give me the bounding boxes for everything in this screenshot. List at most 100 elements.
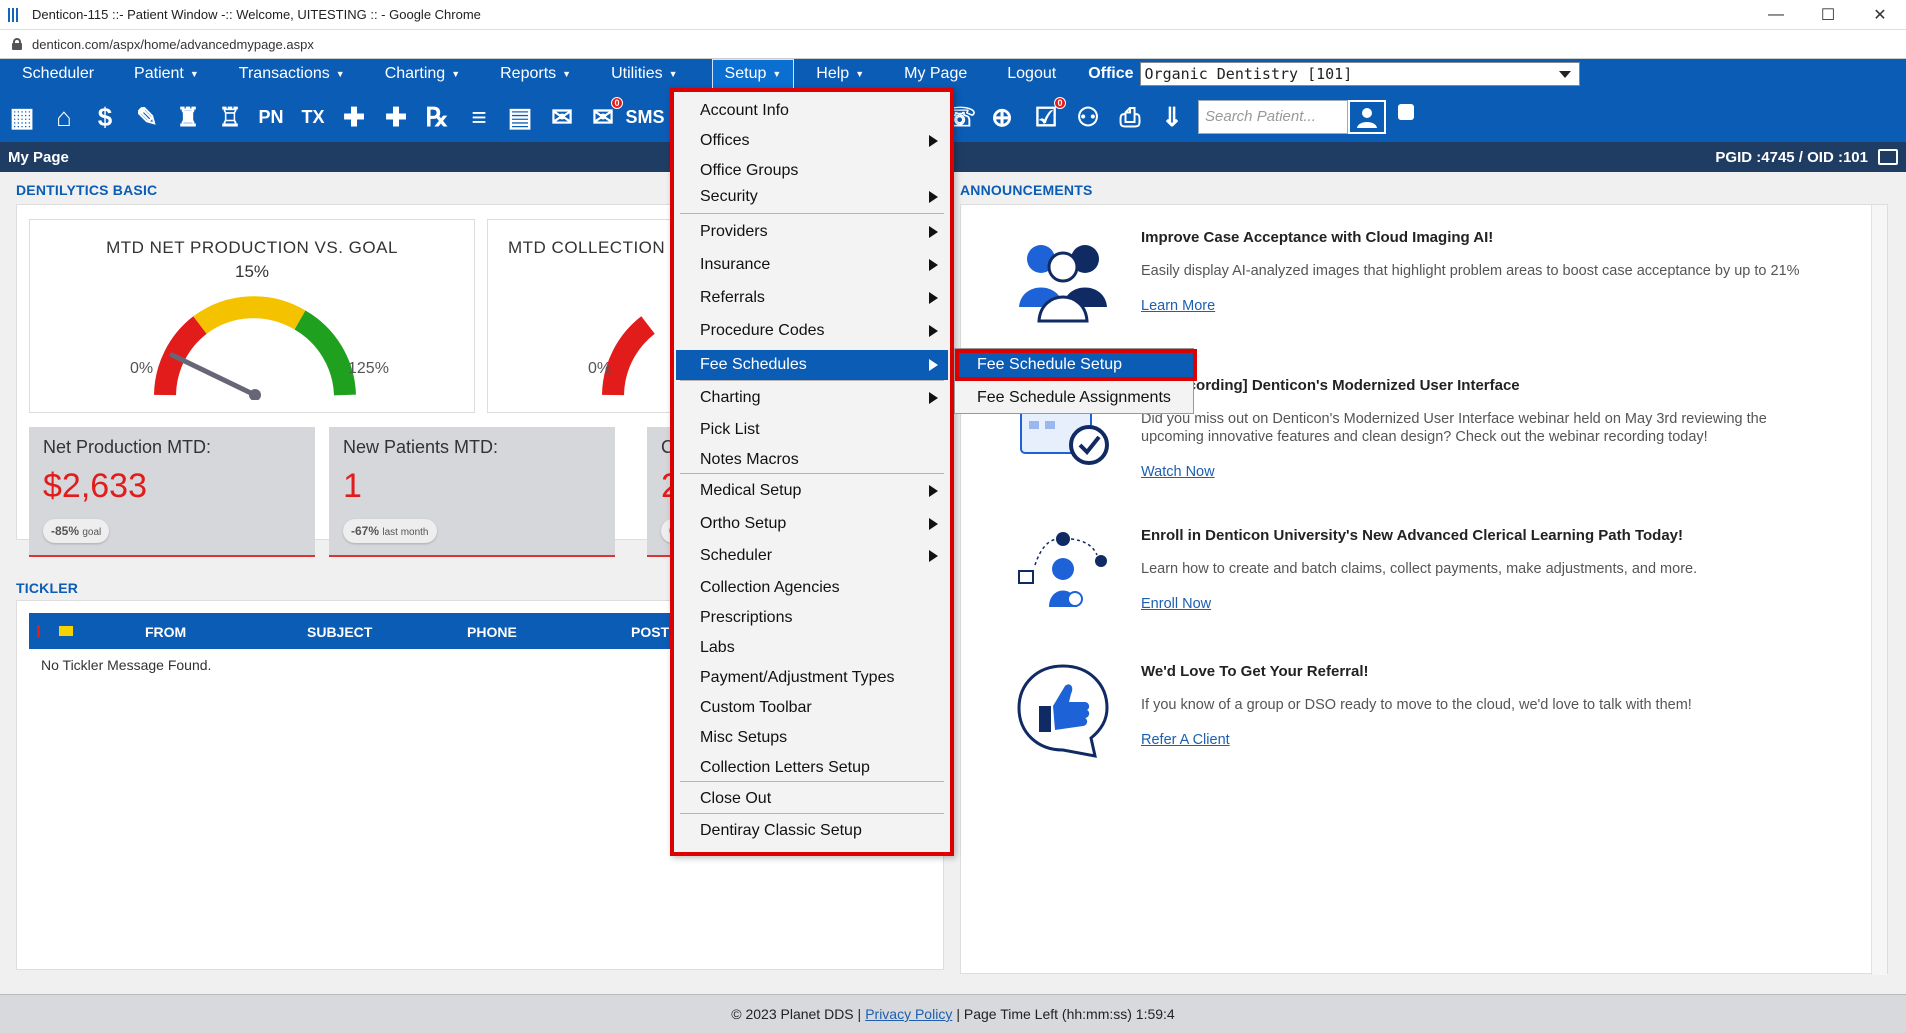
privacy-policy-link[interactable]: Privacy Policy bbox=[865, 1006, 952, 1022]
scanner-icon[interactable]: ▤ bbox=[502, 99, 538, 135]
stat-label: New Patients MTD: bbox=[343, 437, 499, 457]
setup-item-close-out[interactable]: Close Out bbox=[676, 784, 948, 814]
setup-item-offices[interactable]: Offices bbox=[676, 126, 948, 156]
setup-item-ortho-setup[interactable]: Ortho Setup bbox=[676, 509, 948, 539]
caret-down-icon: ▼ bbox=[451, 69, 461, 79]
submenu-arrow-icon bbox=[929, 292, 938, 304]
setup-item-labs[interactable]: Labs bbox=[676, 633, 948, 663]
setup-item-prescriptions[interactable]: Prescriptions bbox=[676, 603, 948, 633]
announcement-body: Learn how to create and batch claims, co… bbox=[1141, 561, 1698, 577]
tx-icon[interactable]: TX bbox=[295, 99, 331, 135]
col-from[interactable]: FROM bbox=[145, 624, 186, 640]
office-select-value: Organic Dentistry [101] bbox=[1144, 65, 1353, 83]
menu-patient[interactable]: Patient ▼ bbox=[134, 59, 217, 89]
submenu-arrow-icon bbox=[929, 191, 938, 203]
submenu-arrow-icon bbox=[929, 518, 938, 530]
menu-charting[interactable]: Charting ▼ bbox=[385, 59, 478, 89]
minimize-button[interactable]: — bbox=[1750, 0, 1802, 30]
setup-item-label: Misc Setups bbox=[700, 729, 788, 746]
setup-item-referrals[interactable]: Referrals bbox=[676, 283, 948, 313]
setup-item-account-info[interactable]: Account Info bbox=[676, 96, 948, 126]
rx-icon[interactable]: ℞ bbox=[419, 99, 455, 135]
announcements-scrollbar[interactable] bbox=[1871, 205, 1887, 975]
fee-schedule-assignments-item[interactable]: Fee Schedule Assignments bbox=[955, 383, 1193, 413]
tasks-icon-glyph: ☑ bbox=[1034, 102, 1058, 132]
menu-label: Scheduler bbox=[22, 65, 95, 82]
setup-item-fee-schedules[interactable]: Fee Schedules bbox=[676, 350, 948, 380]
team-icon[interactable]: ⚇ bbox=[1070, 99, 1106, 135]
main-menu-bar: Scheduler Patient ▼ Transactions ▼ Chartin… bbox=[0, 59, 1906, 89]
setup-item-charting[interactable]: Charting bbox=[676, 383, 948, 413]
menu-logout[interactable]: Logout bbox=[1007, 59, 1074, 89]
setup-item-misc-setups[interactable]: Misc Setups bbox=[676, 723, 948, 753]
setup-item-medical-setup[interactable]: Medical Setup bbox=[676, 476, 948, 506]
patient-search-icon[interactable] bbox=[1348, 100, 1386, 134]
setup-item-providers[interactable]: Providers bbox=[676, 217, 948, 247]
copyright-text: © 2023 Planet DDS | bbox=[731, 1006, 862, 1022]
fee-schedule-setup-item[interactable]: Fee Schedule Setup bbox=[955, 349, 1197, 381]
menu-scheduler[interactable]: Scheduler bbox=[22, 59, 112, 89]
refer-client-link[interactable]: Refer A Client bbox=[1141, 732, 1230, 748]
setup-item-label: Security bbox=[700, 188, 758, 205]
toolbar-checkbox[interactable] bbox=[1398, 104, 1414, 120]
menu-setup[interactable]: Setup ▼ bbox=[711, 59, 795, 89]
watch-now-link[interactable]: Watch Now bbox=[1141, 464, 1215, 480]
submenu-arrow-icon bbox=[929, 359, 938, 371]
home-icon[interactable]: ⌂ bbox=[46, 99, 82, 135]
globe-icon[interactable]: ⊕ bbox=[984, 99, 1020, 135]
search-patient-input[interactable]: Search Patient... bbox=[1198, 100, 1348, 134]
download-icon[interactable]: ⇓ bbox=[1154, 99, 1190, 135]
mail-icon[interactable]: ✉ bbox=[544, 99, 580, 135]
dollar-icon-glyph: $ bbox=[97, 102, 113, 132]
calendar-icon[interactable]: ▦ bbox=[4, 99, 40, 135]
print-icon[interactable] bbox=[1878, 149, 1898, 165]
setup-item-payment-adjustment-types[interactable]: Payment/Adjustment Types bbox=[676, 663, 948, 693]
setup-item-collection-agencies[interactable]: Collection Agencies bbox=[676, 573, 948, 603]
pen-icon[interactable]: ✎ bbox=[129, 99, 165, 135]
enroll-now-link[interactable]: Enroll Now bbox=[1141, 596, 1211, 612]
col-phone[interactable]: PHONE bbox=[467, 624, 517, 640]
setup-item-label: Providers bbox=[700, 223, 768, 240]
setup-item-procedure-codes[interactable]: Procedure Codes bbox=[676, 316, 948, 346]
close-window-button[interactable]: ✕ bbox=[1854, 0, 1906, 30]
col-subject[interactable]: SUBJECT bbox=[307, 624, 372, 640]
office-select[interactable]: Organic Dentistry [101] bbox=[1139, 62, 1580, 86]
thumbs-up-icon bbox=[1017, 664, 1109, 758]
announcement-item: Improve Case Acceptance with Cloud Imagi… bbox=[1141, 229, 1861, 315]
message-icon[interactable]: ✉ 0 bbox=[585, 97, 623, 135]
setup-item-security[interactable]: Security bbox=[676, 182, 948, 212]
pn-icon[interactable]: PN bbox=[253, 99, 289, 135]
tooth-icon[interactable]: ♜ bbox=[170, 99, 206, 135]
setup-item-scheduler[interactable]: Scheduler bbox=[676, 541, 948, 571]
setup-item-dentiray-classic-setup[interactable]: Dentiray Classic Setup bbox=[676, 816, 948, 846]
maximize-button[interactable]: ☐ bbox=[1802, 0, 1854, 30]
add-patient-icon[interactable]: ✚ bbox=[336, 99, 372, 135]
setup-item-insurance[interactable]: Insurance bbox=[676, 250, 948, 280]
note-icon[interactable]: ≡ bbox=[461, 99, 497, 135]
setup-item-notes-macros[interactable]: Notes Macros bbox=[676, 445, 948, 475]
menu-reports[interactable]: Reports ▼ bbox=[500, 59, 589, 89]
dollar-icon[interactable]: $ bbox=[87, 99, 123, 135]
menu-transactions[interactable]: Transactions ▼ bbox=[239, 59, 363, 89]
menu-help[interactable]: Help ▼ bbox=[816, 59, 882, 89]
menu-my-page[interactable]: My Page bbox=[904, 59, 985, 89]
setup-item-label: Ortho Setup bbox=[700, 515, 787, 532]
setup-item-pick-list[interactable]: Pick List bbox=[676, 415, 948, 445]
setup-item-collection-letters-setup[interactable]: Collection Letters Setup bbox=[676, 753, 948, 783]
tasks-icon[interactable]: ☑ 0 bbox=[1028, 97, 1066, 135]
url-text[interactable]: denticon.com/aspx/home/advancedmypage.as… bbox=[32, 37, 314, 52]
gauge-max-label: 125% bbox=[348, 360, 389, 377]
learn-more-link[interactable]: Learn More bbox=[1141, 298, 1215, 314]
submenu-arrow-icon bbox=[929, 392, 938, 404]
setup-item-label: Insurance bbox=[700, 256, 771, 273]
add-family-icon[interactable]: ✚ bbox=[378, 99, 414, 135]
setup-item-custom-toolbar[interactable]: Custom Toolbar bbox=[676, 693, 948, 723]
menu-utilities[interactable]: Utilities ▼ bbox=[611, 59, 695, 89]
tooth-icon-glyph: ♜ bbox=[176, 102, 200, 132]
sms-icon[interactable]: SMS bbox=[626, 99, 665, 135]
learning-path-icon bbox=[1018, 532, 1107, 607]
user-search-svg bbox=[1357, 108, 1377, 128]
tooth-chart-icon[interactable]: ♖ bbox=[212, 99, 248, 135]
menu-label: Help bbox=[816, 65, 850, 82]
printer-icon[interactable]: ⎙ bbox=[1112, 99, 1148, 135]
